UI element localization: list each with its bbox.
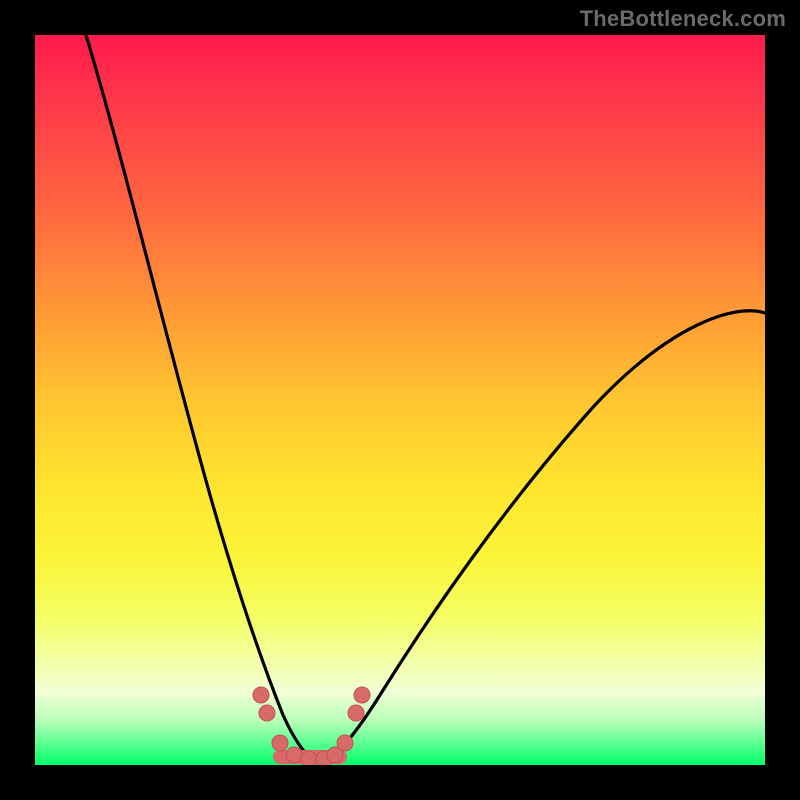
plot-area [35,35,765,765]
marker-point [301,751,317,765]
marker-point [354,687,370,703]
left-curve [86,35,313,759]
marker-point [272,735,288,751]
marker-point [286,747,302,763]
marker-point [348,705,364,721]
marker-point [337,735,353,751]
marker-point [259,705,275,721]
watermark-text: TheBottleneck.com [580,6,786,32]
right-curve [327,311,765,759]
outer-frame: TheBottleneck.com [0,0,800,800]
chart-svg [35,35,765,765]
marker-group [253,687,370,765]
marker-point [253,687,269,703]
